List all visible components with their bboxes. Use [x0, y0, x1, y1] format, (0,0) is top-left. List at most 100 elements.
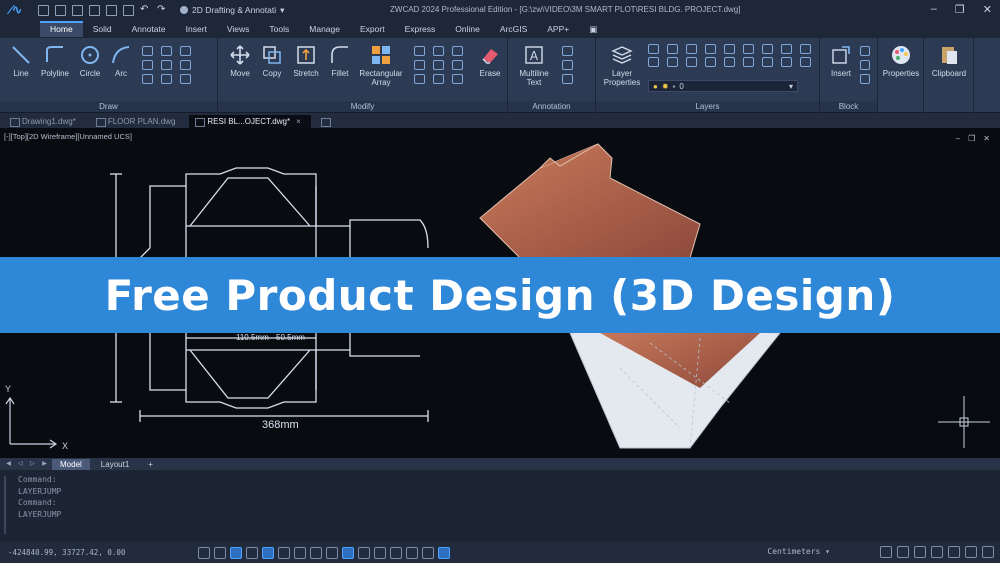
clean-screen-icon[interactable] [965, 546, 977, 558]
fillet-button[interactable]: Fillet [326, 44, 354, 78]
doc-tab-floor-plan[interactable]: FLOOR PLAN.dwg [90, 115, 186, 128]
tab-home[interactable]: Home [40, 21, 83, 37]
redo-icon[interactable]: ↷ [157, 4, 168, 16]
command-window[interactable]: Command: LAYERJUMP Command: LAYERJUMP [0, 470, 1000, 542]
layer-tool-icon[interactable] [762, 44, 773, 54]
dimension-icon[interactable] [562, 46, 573, 56]
tab-app-plus[interactable]: APP+ [537, 21, 579, 37]
polygon-icon[interactable] [161, 60, 172, 70]
layer-tool-icon[interactable] [724, 44, 735, 54]
layer-tool-icon[interactable] [667, 44, 678, 54]
table-icon[interactable] [562, 74, 573, 84]
properties-button[interactable]: Properties [880, 44, 922, 78]
save-icon[interactable] [72, 4, 83, 16]
doc-tab-drawing1[interactable]: Drawing1.dwg* [4, 115, 86, 128]
point-icon[interactable] [180, 74, 191, 84]
viewport-restore-icon[interactable]: ❐ [968, 134, 975, 143]
layer-properties-button[interactable]: Layer Properties [600, 44, 644, 87]
annotation-monitor-icon[interactable] [390, 546, 402, 559]
layer-tool-icon[interactable] [781, 44, 792, 54]
open-file-icon[interactable] [55, 4, 66, 16]
grid-toggle-icon[interactable] [198, 546, 210, 559]
close-tab-icon[interactable]: × [296, 117, 301, 126]
annotation-scale-icon[interactable] [880, 546, 892, 558]
attribute-icon[interactable] [860, 74, 870, 84]
ellipse-icon[interactable] [142, 60, 153, 70]
circle-button[interactable]: Circle [76, 44, 104, 78]
boundary-icon[interactable] [142, 74, 153, 84]
region-icon[interactable] [161, 74, 172, 84]
layer-tool-icon[interactable] [686, 44, 697, 54]
lineweight-toggle-icon[interactable] [326, 546, 338, 559]
last-layout-icon[interactable]: ▶ [40, 460, 49, 468]
rectangular-array-button[interactable]: Rectangular Array [356, 44, 406, 87]
new-tab-icon[interactable] [315, 115, 337, 128]
new-file-icon[interactable] [38, 4, 49, 16]
scale-icon[interactable] [414, 60, 425, 70]
layer-dropdown[interactable]: ● ✹ ▪ 0 ▾ [648, 80, 798, 92]
tab-layout1[interactable]: Layout1 [93, 459, 137, 470]
move-button[interactable]: Move [226, 44, 254, 78]
erase-button[interactable]: Erase [476, 44, 504, 78]
extend-icon[interactable] [452, 60, 463, 70]
tab-annotate[interactable]: Annotate [122, 21, 176, 37]
mirror-icon[interactable] [433, 46, 444, 56]
model-space-icon[interactable] [406, 546, 418, 559]
hatch-icon[interactable] [142, 46, 153, 56]
layer-tool-icon[interactable] [648, 44, 659, 54]
tab-arcgis[interactable]: ArcGIS [490, 21, 537, 37]
layer-tool-icon[interactable] [800, 57, 811, 67]
add-layout-button[interactable]: + [140, 459, 161, 470]
3d-osnap-icon[interactable] [422, 546, 434, 559]
arc-button[interactable]: Arc [108, 44, 134, 78]
copy-button[interactable]: Copy [258, 44, 286, 78]
units-selector[interactable]: Centimeters ▾ [767, 547, 830, 556]
isolate-objects-icon[interactable] [438, 546, 450, 559]
stretch-button[interactable]: Stretch [290, 44, 322, 78]
print-icon[interactable] [106, 4, 117, 16]
workspace-selector[interactable]: 2D Drafting & Annotati ▾ [180, 5, 284, 16]
tab-online[interactable]: Online [445, 21, 490, 37]
insert-block-button[interactable]: Insert [826, 44, 856, 78]
tab-manage[interactable]: Manage [299, 21, 350, 37]
layer-tool-icon[interactable] [743, 57, 754, 67]
lock-ui-icon[interactable] [931, 546, 943, 558]
otrack-toggle-icon[interactable] [278, 546, 290, 559]
next-layout-icon[interactable]: ▷ [28, 460, 37, 468]
layer-tool-icon[interactable] [686, 57, 697, 67]
tab-views[interactable]: Views [217, 21, 260, 37]
ortho-toggle-icon[interactable] [230, 546, 242, 559]
layer-tool-icon[interactable] [762, 57, 773, 67]
layer-tool-icon[interactable] [800, 44, 811, 54]
undo-icon[interactable]: ↶ [140, 4, 151, 16]
plot-icon[interactable] [123, 4, 134, 16]
restore-icon[interactable]: ❐ [955, 3, 965, 16]
multiline-text-button[interactable]: A Multiline Text [514, 44, 554, 87]
layer-tool-icon[interactable] [705, 57, 716, 67]
layer-tool-icon[interactable] [781, 57, 792, 67]
tab-solid[interactable]: Solid [83, 21, 122, 37]
offset-icon[interactable] [433, 60, 444, 70]
minimize-icon[interactable]: – [931, 3, 937, 16]
explode-icon[interactable] [414, 74, 425, 84]
workspace-switch-icon[interactable] [914, 546, 926, 558]
doc-tab-resi-bldg[interactable]: RESI BL...OJECT.dwg* × [189, 115, 311, 128]
clipboard-button[interactable]: Clipboard [926, 44, 972, 78]
osnap-toggle-icon[interactable] [262, 546, 274, 559]
ducs-toggle-icon[interactable] [294, 546, 306, 559]
quick-properties-icon[interactable] [374, 546, 386, 559]
tab-model[interactable]: Model [52, 458, 90, 470]
transparency-toggle-icon[interactable] [342, 546, 354, 559]
break-icon[interactable] [433, 74, 444, 84]
layer-tool-icon[interactable] [724, 57, 735, 67]
selection-cycling-icon[interactable] [358, 546, 370, 559]
trim-icon[interactable] [452, 46, 463, 56]
tab-express[interactable]: Express [395, 21, 446, 37]
polyline-button[interactable]: Polyline [38, 44, 72, 78]
cursor-coordinates[interactable]: -424840.99, 33727.42, 0.00 [8, 548, 188, 557]
layer-tool-icon[interactable] [743, 44, 754, 54]
rotate-icon[interactable] [414, 46, 425, 56]
create-block-icon[interactable] [860, 46, 870, 56]
app-logo-icon[interactable]: ⁄∿ [0, 0, 32, 20]
tab-insert[interactable]: Insert [176, 21, 217, 37]
